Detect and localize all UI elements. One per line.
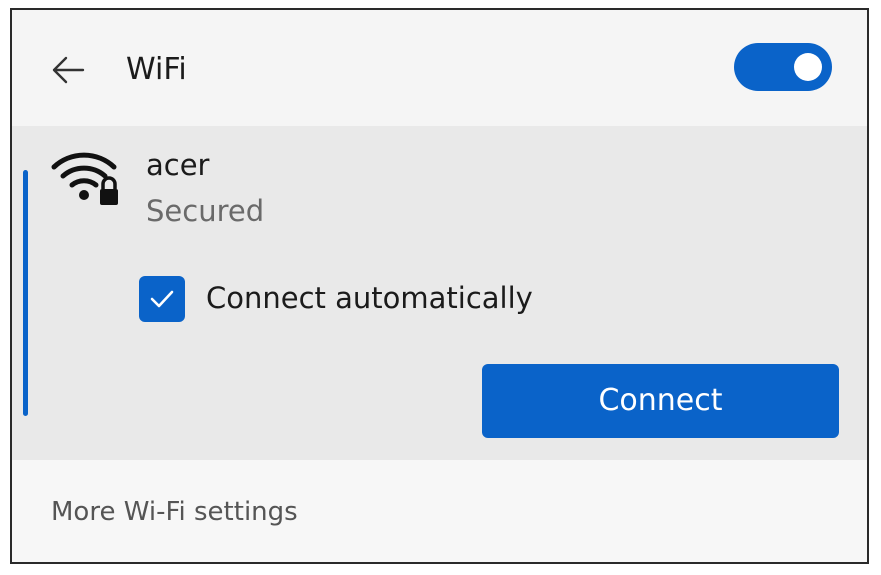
arrow-left-icon: [52, 56, 85, 84]
connect-automatically-label[interactable]: Connect automatically: [206, 280, 533, 316]
network-status: Secured: [146, 194, 265, 228]
wifi-secured-icon: [51, 152, 118, 205]
toggle-knob: [794, 53, 822, 81]
wifi-header: WiFi: [12, 10, 867, 126]
connect-automatically-checkbox[interactable]: [139, 276, 185, 322]
selection-indicator: [23, 170, 28, 416]
wifi-flyout: WiFi acer Secured Connect automatically …: [10, 8, 869, 564]
more-wifi-settings-link[interactable]: More Wi-Fi settings: [51, 496, 298, 528]
page-title: WiFi: [126, 52, 187, 87]
back-button[interactable]: [48, 50, 88, 90]
network-name: acer: [146, 148, 210, 182]
connect-button[interactable]: Connect: [482, 364, 839, 438]
checkmark-icon: [150, 290, 174, 308]
wifi-toggle[interactable]: [734, 43, 832, 91]
